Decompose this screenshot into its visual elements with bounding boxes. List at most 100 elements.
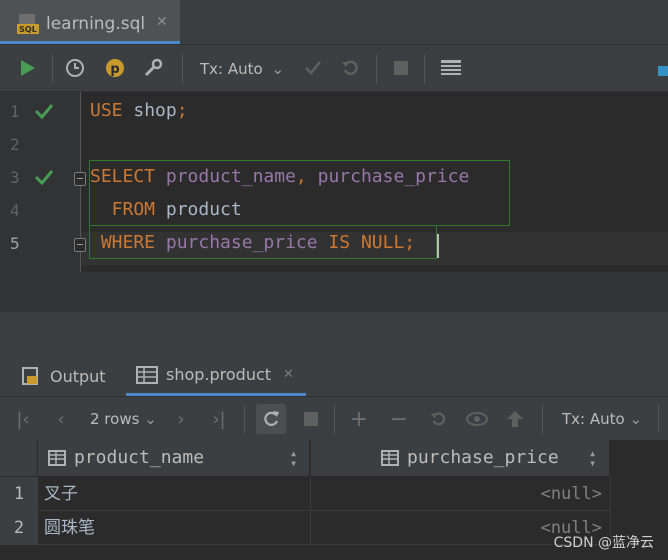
row-number[interactable]: 2	[0, 511, 38, 545]
rollback-button[interactable]	[338, 55, 364, 81]
svg-text:SQL: SQL	[19, 25, 37, 34]
last-page-button[interactable]: ›|	[206, 406, 232, 432]
result-toolbar: |‹ ‹ 2 rows ⌄ › ›| + − Tx: Auto ⌄	[0, 396, 668, 440]
first-page-icon: |‹	[16, 408, 30, 430]
row-count-label: 2 rows	[90, 410, 140, 428]
code-token: product_name	[155, 166, 296, 187]
tx-mode-label: Tx: Auto	[562, 410, 625, 428]
submit-button[interactable]	[502, 406, 528, 432]
tab-output-label: Output	[50, 366, 106, 386]
tab-shop-product-label: shop.product	[166, 365, 272, 384]
toolbar-separator	[52, 55, 53, 83]
stop-icon	[394, 61, 408, 75]
tab-output[interactable]: Output	[20, 356, 120, 396]
line-number: 5	[10, 234, 20, 253]
plus-icon: +	[349, 406, 369, 432]
tab-shop-product[interactable]: shop.product ✕	[126, 356, 306, 396]
table-icon	[136, 365, 158, 384]
table-cell[interactable]: 叉子	[38, 477, 311, 511]
tx-mode-dropdown[interactable]: Tx: Auto ⌄	[200, 60, 284, 78]
stop-icon	[304, 412, 318, 426]
sql-editor[interactable]: 1 2 3 4 5 USE shop; SELECT product_name,…	[0, 92, 668, 312]
chevron-down-icon: ⌄	[271, 60, 285, 78]
column-header-label: product_name	[74, 447, 205, 468]
result-grid: product_name ▴ ▾ purchase_price ▴ ▾ 1 叉子 <…	[0, 440, 668, 560]
previous-page-button[interactable]: ‹	[48, 406, 74, 432]
wrench-icon	[144, 58, 163, 77]
close-tab-icon[interactable]: ✕	[156, 14, 168, 30]
chevron-down-icon: ⌄	[144, 410, 157, 428]
column-icon	[48, 450, 66, 466]
column-header-label: purchase_price	[407, 447, 559, 468]
table-cell[interactable]: <null>	[311, 477, 611, 511]
undo-icon	[430, 412, 446, 426]
executed-check-icon	[34, 104, 54, 120]
fold-start-icon[interactable]	[74, 172, 86, 186]
delete-row-button[interactable]: −	[386, 406, 412, 432]
settings-button[interactable]	[140, 55, 166, 81]
column-header-purchase-price[interactable]: purchase_price ▴ ▾	[311, 440, 610, 476]
tab-learning-sql[interactable]: SQL learning.sql ✕	[0, 0, 180, 44]
sort-icon[interactable]: ▴ ▾	[589, 447, 596, 469]
revert-button[interactable]	[426, 406, 452, 432]
tab-title: learning.sql	[46, 14, 146, 34]
code-token: purchase_price	[155, 232, 318, 253]
sql-file-icon: SQL	[17, 14, 39, 34]
row-count-dropdown[interactable]: 2 rows ⌄	[90, 410, 157, 428]
eye-icon	[466, 412, 488, 426]
fold-end-icon[interactable]	[74, 238, 86, 252]
sort-icon[interactable]: ▴ ▾	[290, 447, 297, 469]
watermark: CSDN @蓝净云	[553, 535, 654, 551]
code-token: purchase_price	[317, 166, 470, 187]
line-number: 3	[10, 168, 20, 187]
toolbar-separator	[334, 405, 335, 433]
toolbar-separator	[182, 55, 183, 83]
grid-corner	[0, 440, 38, 476]
code-line-3: SELECT product_name, purchase_price	[90, 166, 469, 188]
minus-icon: −	[389, 406, 409, 432]
history-button[interactable]	[62, 55, 88, 81]
code-line-1: USE shop;	[90, 100, 188, 122]
code-token: USE	[90, 100, 123, 121]
parameters-button[interactable]: p	[102, 55, 128, 81]
code-line-5: WHERE purchase_price IS NULL;	[90, 232, 415, 254]
row-number[interactable]: 1	[0, 477, 38, 511]
svg-text:p: p	[110, 62, 119, 77]
code-token: ,	[295, 166, 318, 187]
result-tabs: Output shop.product ✕	[0, 356, 668, 396]
window-icon[interactable]	[656, 63, 668, 77]
stop-button[interactable]	[388, 55, 414, 81]
first-page-button[interactable]: |‹	[10, 406, 36, 432]
toolbar-separator	[244, 405, 245, 433]
refresh-icon	[264, 411, 279, 426]
clock-icon	[66, 59, 84, 77]
text-caret	[437, 234, 439, 258]
line-number: 2	[10, 135, 20, 154]
last-page-icon: ›|	[212, 408, 226, 430]
commit-button[interactable]	[300, 55, 326, 81]
output-icon	[22, 367, 38, 385]
toolbar-separator	[424, 55, 425, 83]
code-token: IS NULL	[317, 232, 405, 253]
arrow-up-icon	[507, 411, 523, 427]
result-tx-mode-dropdown[interactable]: Tx: Auto ⌄	[562, 410, 642, 428]
refresh-button[interactable]	[256, 404, 286, 434]
column-icon	[381, 450, 399, 466]
tx-mode-label: Tx: Auto	[200, 60, 263, 78]
chevron-right-icon: ›	[177, 408, 185, 430]
close-tab-icon[interactable]: ✕	[283, 367, 294, 382]
line-number: 4	[10, 201, 20, 220]
column-header-product-name[interactable]: product_name ▴ ▾	[38, 440, 310, 476]
next-page-button[interactable]: ›	[168, 406, 194, 432]
run-button[interactable]	[14, 55, 40, 81]
table-cell[interactable]: 圆珠笔	[38, 511, 311, 545]
preview-changes-button[interactable]	[464, 406, 490, 432]
stop-button[interactable]	[298, 406, 324, 432]
panel-splitter[interactable]	[0, 312, 668, 356]
code-token: ;	[404, 232, 416, 253]
add-row-button[interactable]: +	[346, 406, 372, 432]
line-number: 1	[10, 102, 20, 121]
code-token: WHERE	[90, 232, 156, 253]
output-layout-button[interactable]	[438, 55, 464, 81]
editor-toolbar: p Tx: Auto ⌄	[0, 44, 668, 92]
